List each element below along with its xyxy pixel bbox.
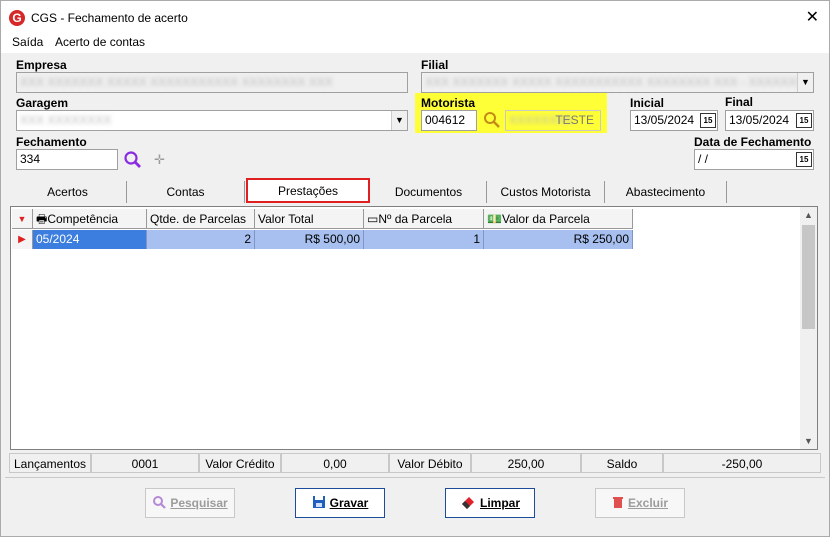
final-label: Final <box>725 95 754 109</box>
filial-value: XXX XXXXXXX XXXXX XXXXXXXXXXX XXXXXXXX X… <box>425 75 805 89</box>
col-header-valor-total[interactable]: Valor Total <box>255 209 364 229</box>
motorista-name-field: XXXXXXXX TESTE <box>505 110 601 131</box>
empresa-value: XXX XXXXXXX XXXXX XXXXXXXXXXX XXXXXXXX X… <box>20 75 333 89</box>
filial-dropdown-chevron-icon[interactable]: ▼ <box>797 73 813 92</box>
gravar-label: Gravar <box>329 496 369 510</box>
empresa-field[interactable]: XXX XXXXXXX XXXXX XXXXXXXXXXX XXXXXXXX X… <box>16 72 408 93</box>
scroll-up-icon[interactable]: ▲ <box>804 210 813 220</box>
menu-item-saida[interactable]: Saída <box>12 35 43 49</box>
scrollbar-thumb[interactable] <box>802 225 815 329</box>
final-calendar-icon[interactable]: 15 <box>796 113 812 128</box>
window-title: CGS - Fechamento de acerto <box>31 11 188 25</box>
cell-valor-total[interactable]: R$ 500,00 <box>255 230 364 249</box>
printer-icon: 🖶 <box>36 212 48 226</box>
col-header-n-parcela[interactable]: ▭Nº da Parcela <box>364 209 484 229</box>
tab-strip: Acertos Contas Prestações Documentos Cus… <box>9 178 821 203</box>
totals-bar: Lançamentos 0001 Valor Crédito 0,00 Valo… <box>9 453 821 473</box>
main-window: G CGS - Fechamento de acerto ✕ Saída Ace… <box>0 0 830 537</box>
limpar-label: Limpar <box>479 496 520 510</box>
garagem-value: XXX XXXXXXXX <box>20 113 112 127</box>
excluir-button[interactable]: Excluir <box>595 488 685 518</box>
saldo-label: Saldo <box>581 453 663 473</box>
pesquisar-label: Pesquisar <box>170 496 228 510</box>
valor-credito-label: Valor Crédito <box>199 453 281 473</box>
row-indicator-header-icon[interactable]: ▼ <box>12 209 33 229</box>
garagem-select[interactable]: XXX XXXXXXXX <box>16 110 408 131</box>
floppy-disk-icon <box>312 489 326 517</box>
empresa-label: Empresa <box>16 58 67 72</box>
tab-prestacoes[interactable]: Prestações <box>246 178 370 203</box>
fechamento-label: Fechamento <box>16 135 87 149</box>
card-icon: ▭ <box>367 212 379 226</box>
tab-documentos[interactable]: Documentos <box>371 181 487 203</box>
garagem-dropdown-chevron-icon[interactable]: ▼ <box>391 111 407 130</box>
col-header-competencia-label: Competência <box>47 212 119 226</box>
eraser-icon <box>460 489 476 517</box>
valor-debito-label: Valor Débito <box>389 453 471 473</box>
add-plus-icon[interactable]: ✛ <box>154 152 165 168</box>
cell-qtde-parcelas[interactable]: 2 <box>147 230 255 249</box>
menu-item-acerto-de-contas[interactable]: Acerto de contas <box>55 35 145 49</box>
title-bar: G CGS - Fechamento de acerto ✕ <box>1 1 829 33</box>
col-header-competencia[interactable]: 🖶Competência <box>33 209 147 229</box>
tab-abastecimento[interactable]: Abastecimento <box>605 181 727 203</box>
excluir-label: Excluir <box>627 496 669 510</box>
filial-select[interactable]: XXX XXXXXXX XXXXX XXXXXXXXXXX XXXXXXXX X… <box>421 72 814 93</box>
motorista-name-visible: TESTE <box>555 113 594 127</box>
limpar-button[interactable]: Limpar <box>445 488 535 518</box>
data-fechamento-calendar-icon[interactable]: 15 <box>796 152 812 167</box>
inicial-label: Inicial <box>630 96 665 110</box>
current-row-arrow-icon: ▶ <box>12 230 33 249</box>
search-icon <box>152 489 167 517</box>
fechamento-search-icon[interactable] <box>123 150 143 170</box>
gravar-button[interactable]: Gravar <box>295 488 385 518</box>
app-logo-icon: G <box>9 10 25 26</box>
scroll-down-icon[interactable]: ▼ <box>804 436 813 446</box>
motorista-search-icon[interactable] <box>483 111 501 129</box>
tab-custos-motorista[interactable]: Custos Motorista <box>487 181 605 203</box>
close-icon[interactable]: ✕ <box>806 7 819 27</box>
lancamentos-label: Lançamentos <box>9 453 91 473</box>
filial-label: Filial <box>421 58 449 72</box>
fechamento-input[interactable]: 334 <box>16 149 118 170</box>
vertical-scrollbar[interactable]: ▲ ▼ <box>800 207 817 449</box>
money-icon: 💵 <box>487 212 502 226</box>
col-header-valor-parcela-label: Valor da Parcela <box>501 212 590 226</box>
motorista-label: Motorista <box>421 96 475 110</box>
tab-acertos[interactable]: Acertos <box>9 181 127 203</box>
col-header-valor-parcela[interactable]: 💵Valor da Parcela <box>484 209 633 229</box>
cell-competencia[interactable]: 05/2024 <box>33 230 147 249</box>
col-header-n-parcela-label: Nº da Parcela <box>378 212 453 226</box>
prestacoes-grid[interactable]: ▼ 🖶Competência Qtde. de Parcelas Valor T… <box>10 206 818 450</box>
col-header-qtde-parcelas[interactable]: Qtde. de Parcelas <box>147 209 255 229</box>
valor-credito-value: 0,00 <box>281 453 389 473</box>
data-fechamento-label: Data de Fechamento <box>694 135 812 149</box>
trash-icon <box>612 489 624 517</box>
action-panel <box>5 477 825 531</box>
valor-debito-value: 250,00 <box>471 453 581 473</box>
inicial-calendar-icon[interactable]: 15 <box>700 113 716 128</box>
saldo-value: -250,00 <box>663 453 821 473</box>
cell-valor-parcela[interactable]: R$ 250,00 <box>484 230 633 249</box>
tab-contas[interactable]: Contas <box>127 181 245 203</box>
motorista-code-input[interactable]: 004612 <box>421 110 477 131</box>
lancamentos-value: 0001 <box>91 453 199 473</box>
garagem-label: Garagem <box>16 96 69 110</box>
pesquisar-button[interactable]: Pesquisar <box>145 488 235 518</box>
menu-bar: Saída Acerto de contas <box>1 33 829 53</box>
cell-n-parcela[interactable]: 1 <box>364 230 484 249</box>
